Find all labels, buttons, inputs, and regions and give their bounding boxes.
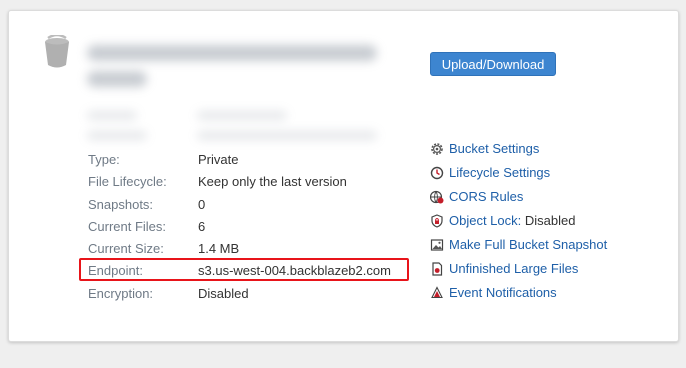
upload-download-button[interactable]: Upload/Download	[430, 52, 556, 76]
endpoint-highlight-box	[79, 258, 409, 281]
detail-snapshots: Snapshots: 0	[88, 194, 391, 216]
link-label: Lifecycle Settings	[449, 165, 551, 180]
detail-file-lifecycle: File Lifecycle: Keep only the last versi…	[88, 171, 391, 193]
object-lock-link[interactable]: Object Lock: Disabled	[430, 209, 607, 233]
file-icon	[432, 262, 443, 276]
unfinished-large-files-link[interactable]: Unfinished Large Files	[430, 257, 607, 281]
detail-label: Snapshots:	[88, 196, 154, 212]
link-label: CORS Rules	[449, 189, 524, 204]
clock-icon	[430, 166, 444, 180]
bell-icon	[431, 286, 443, 299]
make-full-bucket-snapshot-link[interactable]: Make Full Bucket Snapshot	[430, 233, 607, 257]
link-label: Bucket Settings	[449, 141, 540, 156]
link-label: Object Lock:	[449, 213, 522, 228]
redacted-details	[87, 111, 407, 151]
cors-icon	[430, 190, 444, 204]
detail-label: Type:	[88, 152, 120, 167]
detail-encryption: Encryption: Disabled	[88, 283, 391, 305]
bucket-icon	[45, 35, 69, 68]
detail-label: Current Files:	[88, 218, 167, 234]
detail-value: Disabled	[198, 285, 249, 301]
bucket-settings-link[interactable]: Bucket Settings	[430, 137, 607, 161]
bucket-actions: Bucket Settings Lifecycle Settings CORS …	[430, 137, 607, 305]
detail-value: 0	[198, 196, 206, 212]
link-label: Unfinished Large Files	[449, 261, 579, 276]
link-label: Event Notifications	[449, 285, 557, 300]
detail-label: File Lifecycle:	[88, 174, 167, 190]
lifecycle-settings-link[interactable]: Lifecycle Settings	[430, 161, 607, 185]
lock-shield-icon	[431, 214, 443, 228]
detail-label: Encryption:	[88, 285, 154, 301]
image-icon	[430, 239, 444, 251]
object-lock-status: Disabled	[521, 213, 576, 228]
bucket-card: Type: Private File Lifecycle: Keep only …	[8, 10, 679, 342]
detail-value: Private	[198, 152, 239, 167]
detail-type: Type: Private	[88, 149, 391, 171]
gear-icon	[431, 143, 443, 155]
cors-rules-link[interactable]: CORS Rules	[430, 185, 607, 209]
detail-current-files: Current Files: 6	[88, 216, 391, 238]
link-label: Make Full Bucket Snapshot	[449, 237, 608, 252]
bucket-name-redacted	[87, 45, 387, 97]
bucket-details: Type: Private File Lifecycle: Keep only …	[88, 149, 391, 305]
detail-value: Keep only the last version	[198, 174, 347, 190]
detail-value: 6	[198, 218, 206, 234]
event-notifications-link[interactable]: Event Notifications	[430, 281, 607, 305]
